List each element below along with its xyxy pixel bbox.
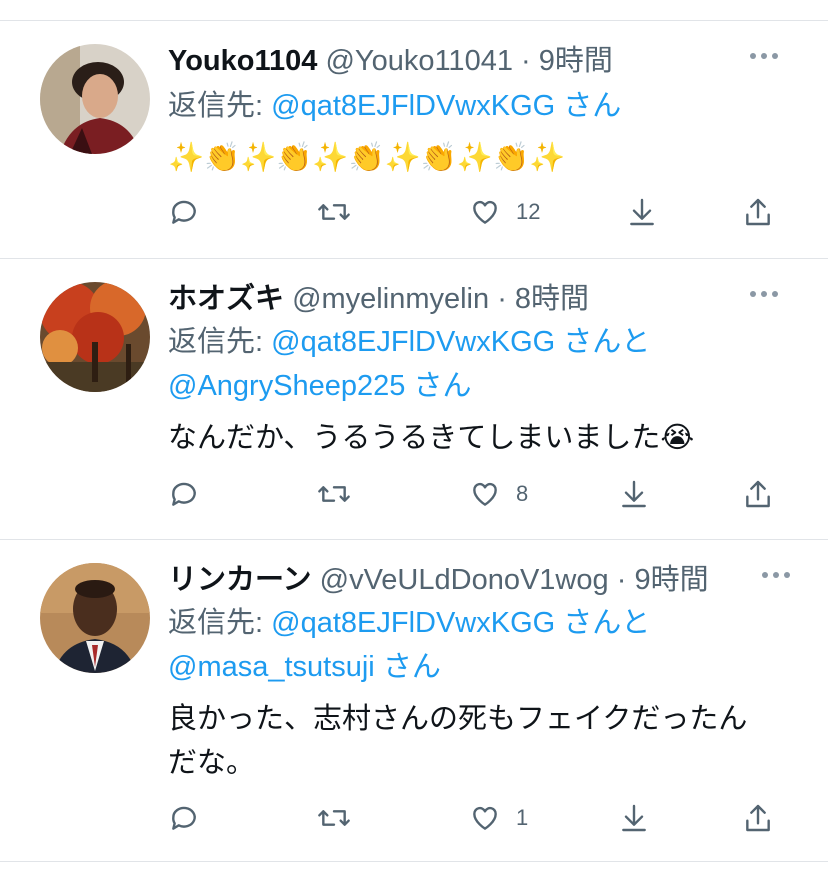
heart-icon — [473, 200, 497, 224]
mention-suffix: さん — [413, 370, 472, 402]
more-icon[interactable] — [754, 563, 798, 587]
retweet-button[interactable] — [316, 190, 352, 234]
mention-suffix: さんと — [563, 607, 651, 639]
share-icon — [746, 198, 770, 226]
share-icon — [746, 480, 770, 508]
tweet-header: ホオズキ @myelinmyelin · 8時間 — [168, 278, 798, 320]
action-bar: 12 — [168, 190, 798, 234]
like-count: 1 — [516, 805, 529, 830]
separator-dot: · — [521, 45, 531, 77]
reply-to-line: 返信先: @qat8EJFlDVwxKGG さんと — [168, 601, 798, 645]
download-button[interactable] — [618, 472, 650, 516]
like-count: 8 — [516, 481, 529, 506]
tweet-text: ✨👏✨👏✨👏✨👏✨👏✨ — [168, 142, 566, 174]
avatar[interactable] — [40, 44, 150, 154]
action-bar: 1 — [168, 796, 798, 840]
reply-to-label: 返信先: — [168, 90, 272, 122]
download-button[interactable] — [626, 190, 658, 234]
avatar-man-photo — [40, 44, 150, 154]
like-count: 12 — [516, 199, 541, 224]
tweet-header: Youko1104 @Youko11041 · 9時間 — [168, 40, 798, 82]
mention-suffix — [405, 370, 413, 402]
avatar[interactable] — [40, 282, 150, 392]
retweet-icon — [318, 810, 350, 826]
like-button[interactable]: 8 — [468, 472, 528, 516]
bottom-divider — [0, 861, 828, 862]
reply-to-line: 返信先: @qat8EJFlDVwxKGG さん — [168, 84, 798, 128]
tweet-3[interactable]: リンカーン @vVeULdDonoV1wog · 9時間 返信先: @qat8E… — [0, 539, 828, 861]
mention-link[interactable]: @qat8EJFlDVwxKGG — [271, 326, 555, 358]
reply-to-line-2: @masa_tsutsuji さん — [168, 645, 798, 689]
download-icon — [630, 198, 654, 226]
more-icon[interactable] — [742, 44, 786, 68]
like-button[interactable]: 1 — [468, 796, 528, 840]
heart-icon — [473, 482, 497, 506]
share-button[interactable] — [742, 472, 774, 516]
retweet-button[interactable] — [316, 796, 352, 840]
avatar-man-suit-photo — [40, 563, 150, 673]
download-button[interactable] — [618, 796, 650, 840]
separator-dot: · — [497, 283, 507, 315]
tweet-text: 良かった、志村さんの死もフェイクだったん — [168, 703, 748, 735]
reply-to-line-2: @AngrySheep225 さん — [168, 364, 798, 408]
display-name[interactable]: Youko1104 — [168, 45, 317, 77]
reply-button[interactable] — [168, 190, 200, 234]
download-icon — [622, 804, 646, 832]
mention-suffix: さんと — [563, 326, 651, 358]
heart-icon — [473, 806, 497, 830]
avatar[interactable] — [40, 563, 150, 673]
share-button[interactable] — [742, 190, 774, 234]
retweet-icon — [318, 204, 350, 220]
tweet-text: なんだか、うるうるきてしまいました😭 — [168, 422, 695, 454]
mention-link[interactable]: @qat8EJFlDVwxKGG — [271, 90, 555, 122]
action-bar: 8 — [168, 472, 798, 516]
mention-link[interactable]: @masa_tsutsuji — [168, 651, 375, 683]
mention-suffix: さん — [563, 90, 622, 122]
reply-to-label: 返信先: — [168, 607, 272, 639]
mention-suffix: さん — [382, 651, 441, 683]
avatar-autumn-tree-photo — [40, 282, 150, 392]
reply-icon — [172, 806, 196, 830]
tweet-text-line-2: だな。 — [168, 747, 256, 779]
reply-icon — [172, 200, 196, 224]
mention-link[interactable]: @AngrySheep225 — [168, 370, 405, 402]
retweet-button[interactable] — [316, 472, 352, 516]
timestamp[interactable]: 8時間 — [515, 283, 589, 315]
reply-to-label: 返信先: — [168, 326, 272, 358]
tweet-2[interactable]: ホオズキ @myelinmyelin · 8時間 返信先: @qat8EJFlD… — [0, 258, 828, 538]
display-name[interactable]: ホオズキ — [168, 283, 284, 315]
mention-suffix — [375, 651, 383, 683]
reply-button[interactable] — [168, 796, 200, 840]
user-handle[interactable]: @Youko11041 — [325, 45, 513, 77]
download-icon — [622, 480, 646, 508]
reply-to-line: 返信先: @qat8EJFlDVwxKGG さんと — [168, 320, 798, 364]
mention-link[interactable]: @qat8EJFlDVwxKGG — [271, 607, 555, 639]
user-handle[interactable]: @vVeULdDonoV1wog — [320, 564, 609, 596]
retweet-icon — [318, 486, 350, 502]
display-name[interactable]: リンカーン — [168, 564, 312, 596]
user-handle[interactable]: @myelinmyelin — [292, 283, 489, 315]
reply-button[interactable] — [168, 472, 200, 516]
reply-icon — [172, 482, 196, 506]
share-icon — [746, 804, 770, 832]
timestamp[interactable]: 9時間 — [539, 45, 613, 77]
tweet-header: リンカーン @vVeULdDonoV1wog · 9時間 — [168, 559, 798, 601]
separator-dot: · — [616, 564, 627, 596]
timestamp[interactable]: 9時間 — [634, 564, 708, 596]
tweet-1[interactable]: Youko1104 @Youko11041 · 9時間 返信先: @qat8EJ… — [0, 20, 828, 257]
like-button[interactable]: 12 — [468, 190, 540, 234]
share-button[interactable] — [742, 796, 774, 840]
more-icon[interactable] — [742, 282, 786, 306]
